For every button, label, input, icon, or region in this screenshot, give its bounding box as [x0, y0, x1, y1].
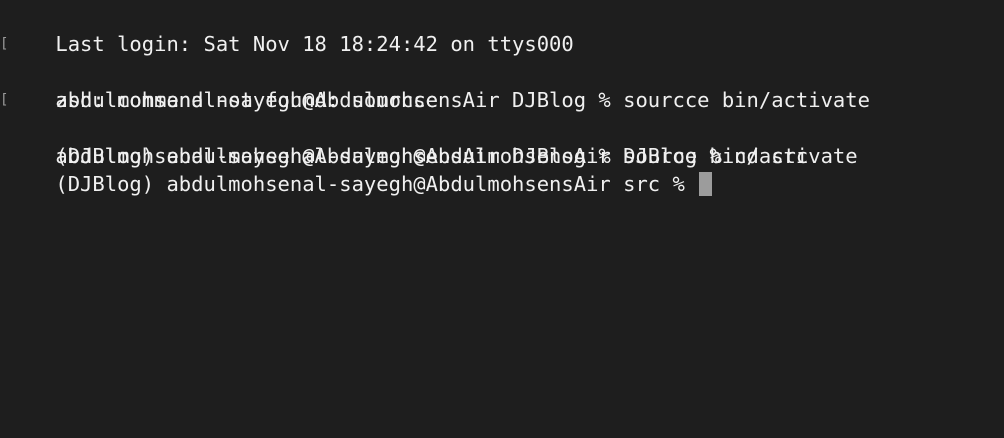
text-cursor[interactable]	[698, 172, 712, 196]
terminal-window[interactable]: Last login: Sat Nov 18 18:24:42 on ttys0…	[0, 0, 1004, 438]
terminal-line-active-prompt[interactable]: (DJBlog) abdulmohsenal-sayegh@Abdulmohse…	[6, 142, 1004, 196]
active-prompt-text: (DJBlog) abdulmohsenal-sayegh@Abdulmohse…	[55, 172, 685, 196]
prompt-mark-icon: [	[0, 36, 9, 52]
terminal-line-last-login: Last login: Sat Nov 18 18:24:42 on ttys0…	[6, 2, 1004, 56]
prompt-mark-icon: [	[0, 92, 9, 108]
terminal-line-command-1: [ abdulmohsenal-sayegh@AbdulmohsensAir D…	[0, 30, 1004, 112]
terminal-line-command-2: [ abdulmohsenal-sayegh@AbdulmohsensAir D…	[0, 86, 1004, 168]
terminal-line-command-3: (DJBlog) abdulmohsenal-sayegh@Abdulmohse…	[6, 114, 1004, 168]
terminal-line-error: zsh: command not found: sourcce	[6, 58, 1004, 112]
